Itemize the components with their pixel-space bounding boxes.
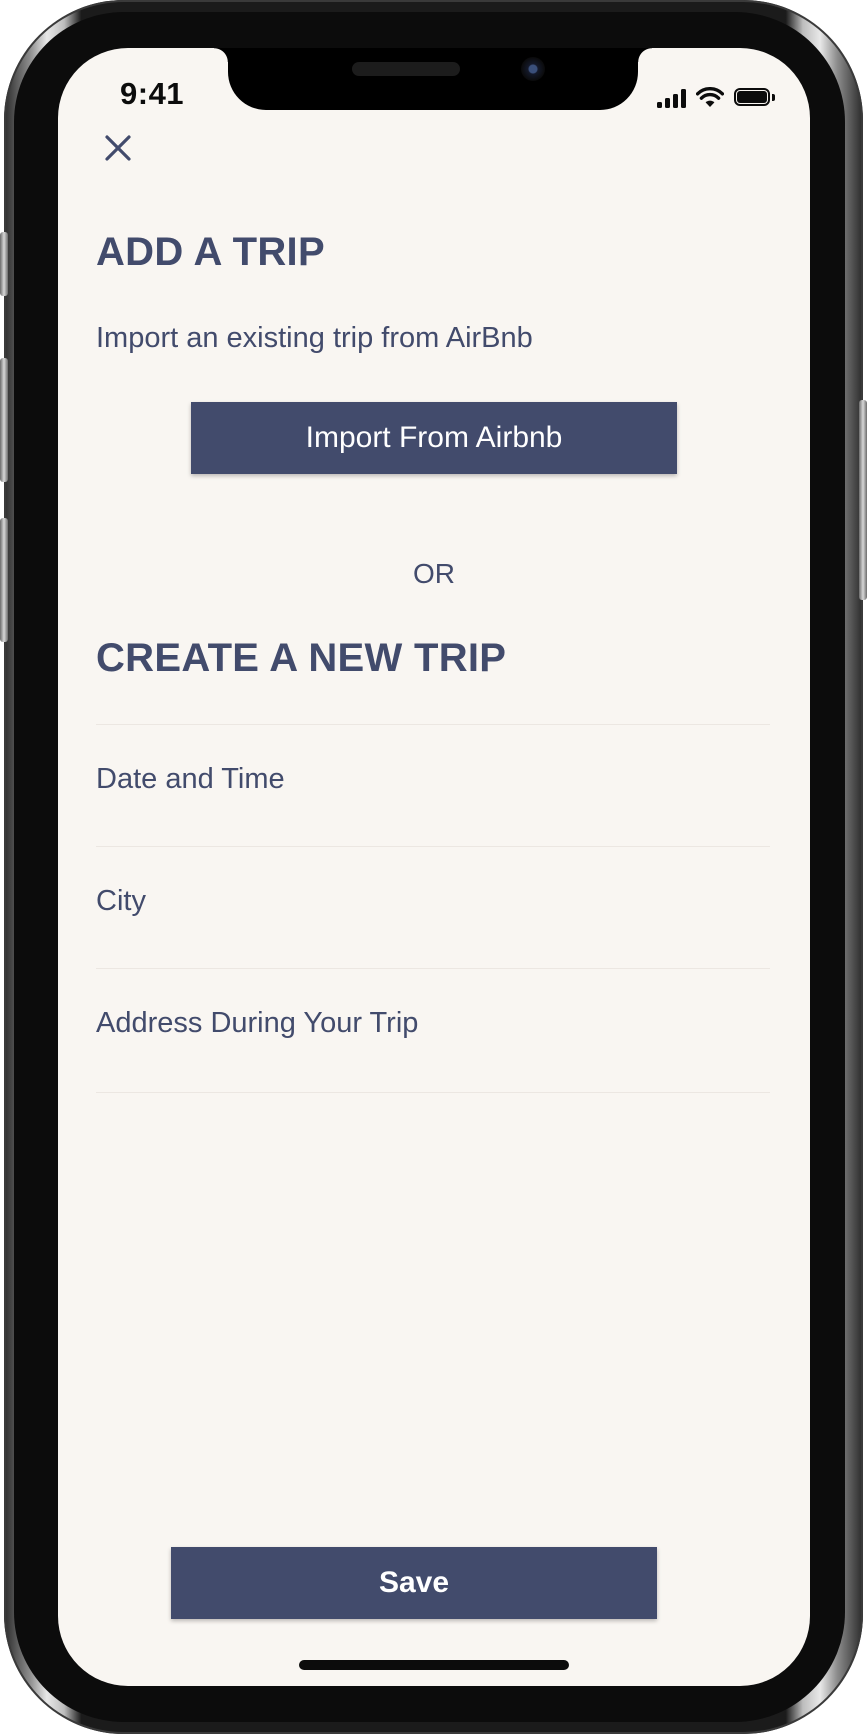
import-subtitle: Import an existing trip from AirBnb xyxy=(96,322,533,354)
cellular-signal-icon xyxy=(657,88,686,108)
power-button xyxy=(859,400,867,600)
save-button[interactable]: Save xyxy=(171,1547,657,1619)
volume-down-button xyxy=(0,518,8,642)
status-time: 9:41 xyxy=(120,76,185,111)
notch xyxy=(214,48,652,110)
add-trip-title: ADD A TRIP xyxy=(96,230,325,274)
home-indicator[interactable] xyxy=(299,1660,569,1670)
app-screen: 9:41 ADD A TRIP Import an existing trip … xyxy=(58,48,810,1686)
city-label: City xyxy=(96,885,146,917)
status-icons xyxy=(657,84,776,108)
date-time-field[interactable]: Date and Time xyxy=(96,724,770,845)
silent-switch xyxy=(0,232,8,296)
battery-icon xyxy=(734,88,776,108)
city-field[interactable]: City xyxy=(96,846,770,967)
front-camera xyxy=(521,57,545,81)
close-icon xyxy=(105,135,131,161)
create-trip-title: CREATE A NEW TRIP xyxy=(96,636,507,680)
field-divider xyxy=(96,1092,770,1093)
address-field[interactable]: Address During Your Trip xyxy=(96,968,770,1089)
wifi-icon xyxy=(696,87,724,107)
volume-up-button xyxy=(0,358,8,482)
address-label: Address During Your Trip xyxy=(96,1007,419,1039)
speaker-grille xyxy=(352,62,460,76)
or-divider-label: OR xyxy=(413,558,455,589)
date-time-label: Date and Time xyxy=(96,763,285,795)
import-from-airbnb-button[interactable]: Import From Airbnb xyxy=(191,402,677,474)
close-button[interactable] xyxy=(98,128,138,168)
